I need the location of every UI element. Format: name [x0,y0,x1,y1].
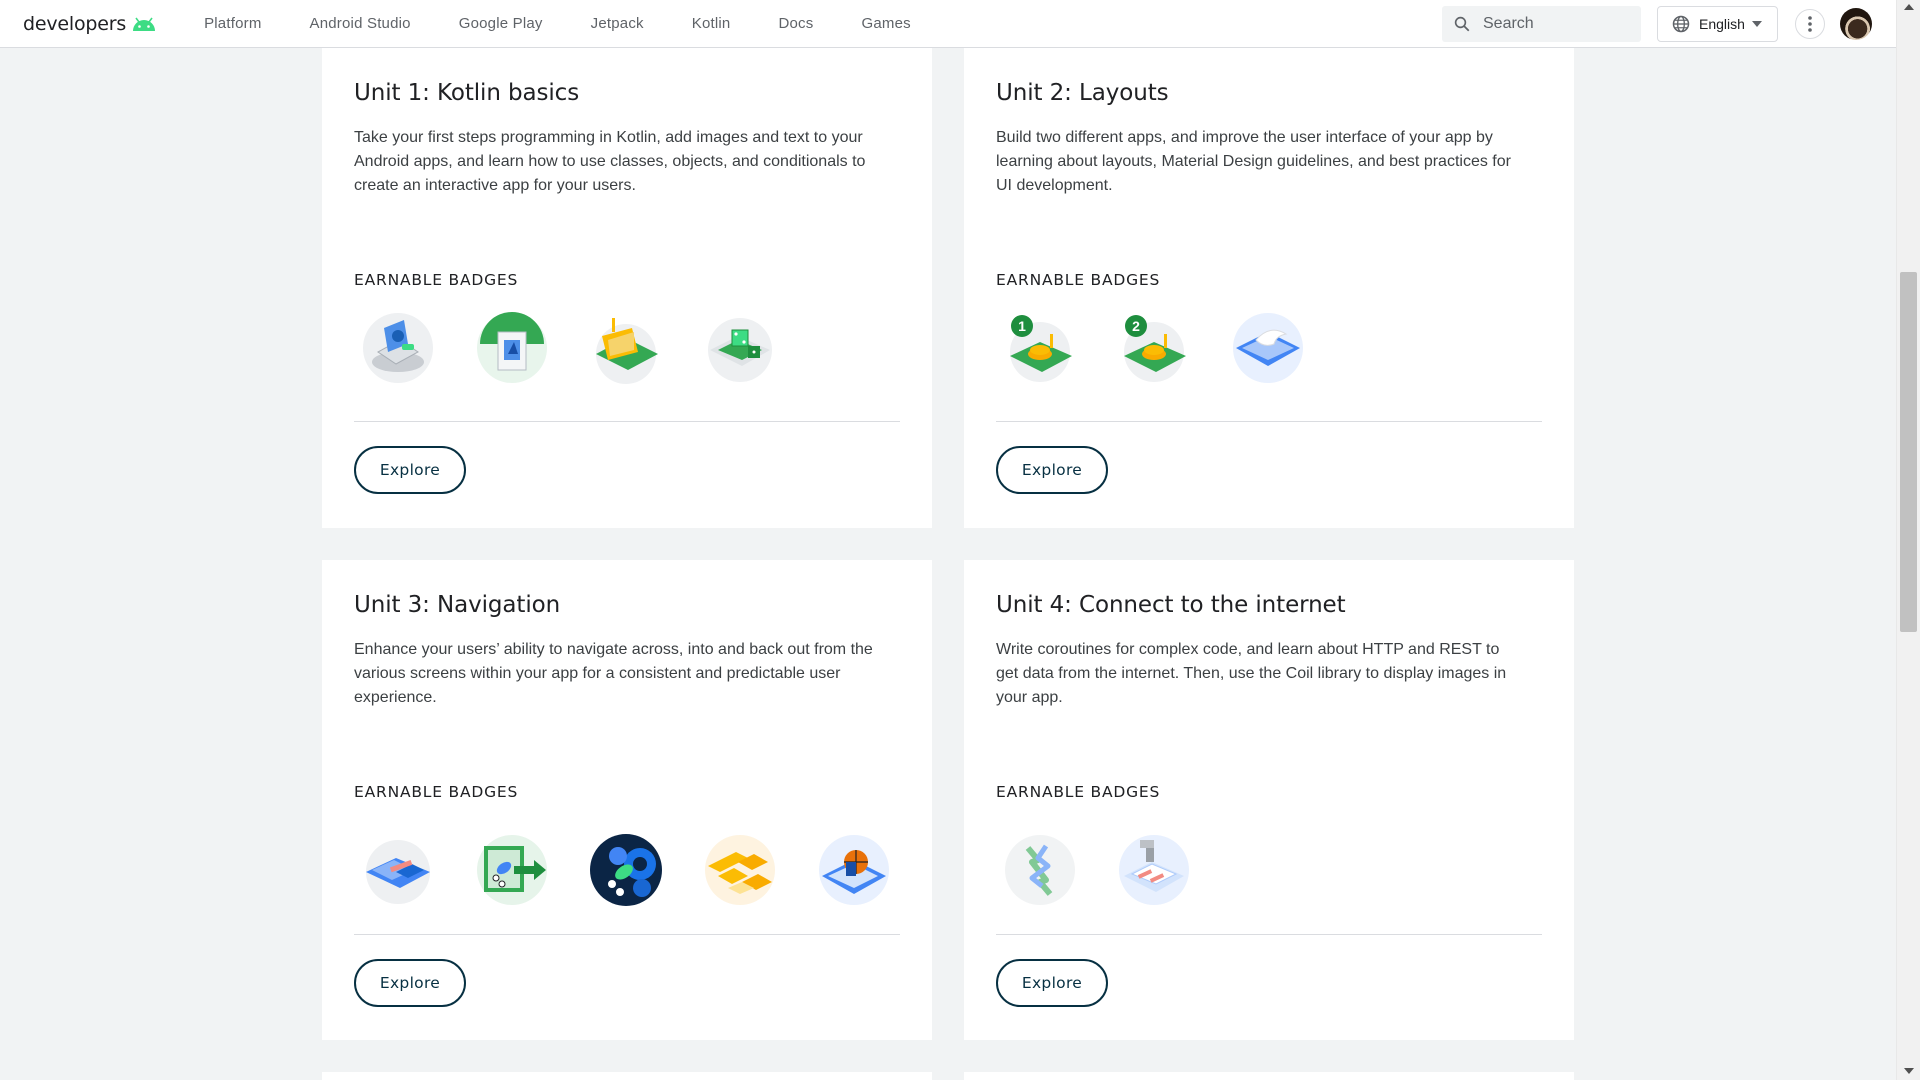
unit-title: Unit 2: Layouts [996,80,1169,106]
badge-number: 2 [1132,318,1140,334]
card-divider [354,421,900,422]
code-editor-badge-icon[interactable] [474,310,550,386]
scroll-up-arrow[interactable] [1904,4,1914,10]
nav-docs[interactable]: Docs [778,15,813,32]
coroutines-arrows-badge-icon[interactable] [1002,832,1078,908]
badges-label: EARNABLE BADGES [354,783,519,801]
chevron-down-icon [1751,21,1762,27]
unit-description: Build two different apps, and improve th… [996,129,1511,194]
badge-list [1002,832,1230,908]
badges-label: EARNABLE BADGES [354,271,519,289]
unit-description: Take your first steps programming in Kot… [354,129,866,194]
card-divider [996,421,1542,422]
language-select[interactable]: English [1657,6,1778,42]
language-label: English [1699,16,1745,32]
unit-title: Unit 4: Connect to the internet [996,592,1346,618]
badge-list [360,832,930,908]
card-divider [354,934,900,935]
navigation-arrow-badge-icon[interactable] [474,832,550,908]
card-divider [996,934,1542,935]
more-options-button[interactable] [1795,9,1825,39]
search-input[interactable] [1483,15,1633,33]
unit-card-partial [964,1072,1574,1080]
laptop-android-badge-icon[interactable] [360,310,436,386]
explore-button[interactable]: Explore [996,959,1108,1007]
badges-label: EARNABLE BADGES [996,783,1161,801]
badge-list [360,310,816,386]
badges-label: EARNABLE BADGES [996,271,1161,289]
unit-title: Unit 1: Kotlin basics [354,80,580,106]
badge-number: 1 [1018,318,1026,334]
explore-button[interactable]: Explore [996,446,1108,494]
unit-card-partial [322,1072,932,1080]
nav-google-play[interactable]: Google Play [459,15,543,32]
unit-card: Unit 1: Kotlin basics Take your first st… [322,0,932,528]
top-nav: Platform Android Studio Google Play Jetp… [204,15,959,32]
unit-description: Enhance your users’ ability to navigate … [354,641,873,706]
dice-roll-badge-icon[interactable] [702,310,778,386]
explore-button[interactable]: Explore [354,446,466,494]
avatar[interactable] [1840,8,1872,40]
globe-icon [1672,15,1690,33]
orange-tiles-badge-icon[interactable] [702,832,778,908]
blue-screens-badge-icon[interactable] [360,832,436,908]
unit-card: Unit 4: Connect to the internet Write co… [964,560,1574,1040]
developers-logo[interactable]: developers [23,13,157,35]
nav-games[interactable]: Games [861,15,910,32]
explore-button[interactable]: Explore [354,959,466,1007]
dove-material-badge-icon[interactable] [1230,310,1306,386]
page-scrollbar[interactable] [1896,0,1920,1080]
unit-description: Write coroutines for complex code, and l… [996,641,1507,706]
nav-platform[interactable]: Platform [204,15,261,32]
logo-text: developers [23,12,127,35]
search-box[interactable] [1442,6,1641,42]
basketball-badge-icon[interactable] [816,832,892,908]
unit-card: Unit 2: Layouts Build two different apps… [964,0,1574,528]
nav-kotlin[interactable]: Kotlin [692,15,731,32]
top-app-bar: developers Platform Android Studio Googl… [0,0,1896,48]
tip-calculator-badge-1-icon[interactable]: 1 [1002,310,1078,386]
scroll-down-arrow[interactable] [1904,1068,1914,1074]
nav-android-studio[interactable]: Android Studio [310,15,411,32]
android-head-icon [133,17,156,31]
tip-calculator-badge-2-icon[interactable]: 2 [1116,310,1192,386]
unit-card: Unit 3: Navigation Enhance your users’ a… [322,560,932,1040]
scroll-thumb[interactable] [1900,272,1917,632]
search-icon [1454,16,1470,32]
envelope-card-badge-icon[interactable] [588,310,664,386]
nav-jetpack[interactable]: Jetpack [591,15,644,32]
badge-list: 1 2 [1002,310,1344,386]
unit-title: Unit 3: Navigation [354,592,561,618]
internet-data-badge-icon[interactable] [1116,832,1192,908]
gear-android-badge-icon[interactable] [588,832,664,908]
more-vert-icon [1808,16,1812,32]
